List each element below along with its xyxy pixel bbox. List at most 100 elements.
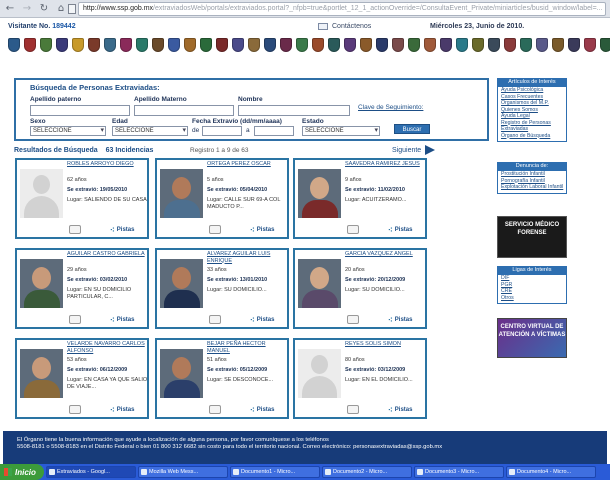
taskbar-task[interactable]: Documento4 - Micro... — [506, 466, 596, 478]
state-emblem-icon[interactable] — [296, 38, 308, 52]
person-photo[interactable] — [160, 169, 203, 218]
state-emblem-icon[interactable] — [136, 38, 148, 52]
person-name-link[interactable]: VELARDE NAVARRO CARLOS ALFONSO — [67, 341, 147, 354]
state-emblem-icon[interactable] — [312, 38, 324, 52]
person-card[interactable]: BEJAR PEÑA HECTOR MANUEL 51 años Se extrav… — [155, 338, 289, 419]
start-button[interactable]: Inicio — [0, 464, 44, 480]
sexo-select[interactable]: SELECCIONE — [30, 126, 106, 136]
person-card[interactable]: VELARDE NAVARRO CARLOS ALFONSO 53 años Se … — [15, 338, 149, 419]
home-button[interactable]: ⌂ — [54, 2, 68, 16]
state-emblem-icon[interactable] — [472, 38, 484, 52]
sidebar-link[interactable]: Órgano de Búsqueda — [498, 133, 566, 140]
sidebar-link[interactable]: Explotación Laboral Infantil — [498, 184, 566, 191]
person-card[interactable]: ALVAREZ AGUILAR LUIS ENRIQUE 33 años Se ex… — [155, 248, 289, 329]
pistas-link[interactable]: ⁖ Pistas — [250, 226, 274, 234]
state-emblem-icon[interactable] — [424, 38, 436, 52]
printer-icon[interactable] — [69, 405, 81, 414]
pistas-link[interactable]: ⁖ Pistas — [388, 226, 412, 234]
person-name-link[interactable]: ALVAREZ AGUILAR LUIS ENRIQUE — [207, 251, 287, 264]
apellido-paterno-input[interactable] — [30, 105, 130, 116]
edad-select[interactable]: SELECCIONE — [112, 126, 188, 136]
person-photo[interactable] — [298, 349, 341, 398]
state-emblem-icon[interactable] — [264, 38, 276, 52]
contact-link[interactable]: Contáctenos — [318, 23, 371, 30]
person-photo[interactable] — [160, 349, 203, 398]
person-name-link[interactable]: REYES SOLIS SIMON — [345, 341, 425, 348]
estado-select[interactable]: SELECCIONE — [302, 126, 380, 136]
person-name-link[interactable]: GARCIA VAZQUEZ ANGEL — [345, 251, 425, 258]
person-card[interactable]: REYES SOLIS SIMON 80 años Se extravió: 03/… — [293, 338, 427, 419]
taskbar-task[interactable]: Documento2 - Micro... — [322, 466, 412, 478]
person-photo[interactable] — [20, 349, 63, 398]
state-emblem-icon[interactable] — [216, 38, 228, 52]
person-photo[interactable] — [160, 259, 203, 308]
state-emblem-icon[interactable] — [184, 38, 196, 52]
state-emblem-icon[interactable] — [488, 38, 500, 52]
state-emblem-icon[interactable] — [552, 38, 564, 52]
apellido-materno-input[interactable] — [134, 105, 234, 116]
printer-icon[interactable] — [347, 405, 359, 414]
state-emblem-icon[interactable] — [392, 38, 404, 52]
pistas-link[interactable]: ⁖ Pistas — [250, 316, 274, 324]
person-name-link[interactable]: AGUILAR CASTRO GABRIELA — [67, 251, 147, 258]
address-bar[interactable]: http://www.ssp.gob.mx/extraviadosWeb/por… — [78, 2, 606, 16]
state-emblem-icon[interactable] — [504, 38, 516, 52]
person-photo[interactable] — [298, 259, 341, 308]
state-emblem-icon[interactable] — [408, 38, 420, 52]
state-emblem-icon[interactable] — [152, 38, 164, 52]
printer-icon[interactable] — [209, 315, 221, 324]
person-card[interactable]: ROBLES ARROYO DIEGO 62 años Se extravió: 1… — [15, 158, 149, 239]
back-button[interactable]: ← — [3, 2, 17, 16]
state-emblem-icon[interactable] — [536, 38, 548, 52]
person-photo[interactable] — [20, 259, 63, 308]
state-emblem-icon[interactable] — [104, 38, 116, 52]
state-emblem-icon[interactable] — [168, 38, 180, 52]
state-emblem-icon[interactable] — [520, 38, 532, 52]
printer-icon[interactable] — [347, 315, 359, 324]
fecha-hasta-input[interactable] — [254, 126, 294, 136]
person-name-link[interactable]: BEJAR PEÑA HECTOR MANUEL — [207, 341, 287, 354]
centro-victimas-banner[interactable]: CENTRO VIRTUAL DE ATENCIÓN A VÍCTIMAS — [497, 318, 567, 358]
taskbar-task[interactable]: Documento1 - Micro... — [230, 466, 320, 478]
pistas-link[interactable]: ⁖ Pistas — [110, 226, 134, 234]
state-emblem-icon[interactable] — [88, 38, 100, 52]
state-emblem-icon[interactable] — [584, 38, 596, 52]
printer-icon[interactable] — [209, 225, 221, 234]
state-emblem-icon[interactable] — [328, 38, 340, 52]
printer-icon[interactable] — [347, 225, 359, 234]
pistas-link[interactable]: ⁖ Pistas — [110, 316, 134, 324]
state-emblem-icon[interactable] — [200, 38, 212, 52]
state-emblem-icon[interactable] — [8, 38, 20, 52]
state-emblem-icon[interactable] — [72, 38, 84, 52]
printer-icon[interactable] — [69, 225, 81, 234]
state-emblem-icon[interactable] — [24, 38, 36, 52]
person-card[interactable]: GARCIA VAZQUEZ ANGEL 20 años Se extravió: … — [293, 248, 427, 329]
person-card[interactable]: SAAVEDRA RAMIREZ JESUS 9 años Se extravió:… — [293, 158, 427, 239]
state-emblem-icon[interactable] — [280, 38, 292, 52]
taskbar-task[interactable]: Documento3 - Micro... — [414, 466, 504, 478]
state-emblem-icon[interactable] — [568, 38, 580, 52]
forward-button[interactable]: → — [20, 2, 34, 16]
fecha-desde-input[interactable] — [202, 126, 242, 136]
state-emblem-icon[interactable] — [248, 38, 260, 52]
buscar-button[interactable]: Buscar — [394, 124, 430, 134]
printer-icon[interactable] — [69, 315, 81, 324]
pistas-link[interactable]: ⁖ Pistas — [110, 406, 134, 414]
person-card[interactable]: ORTEGA PEREZ OSCAR 5 años Se extravió: 05/… — [155, 158, 289, 239]
state-emblem-icon[interactable] — [56, 38, 68, 52]
taskbar-task[interactable]: Mozilla Web Mess... — [138, 466, 228, 478]
person-photo[interactable] — [20, 169, 63, 218]
state-emblem-icon[interactable] — [360, 38, 372, 52]
state-emblem-icon[interactable] — [40, 38, 52, 52]
state-emblem-icon[interactable] — [600, 38, 610, 52]
person-photo[interactable] — [298, 169, 341, 218]
person-name-link[interactable]: SAAVEDRA RAMIREZ JESUS — [345, 161, 425, 168]
state-emblem-icon[interactable] — [232, 38, 244, 52]
state-emblem-icon[interactable] — [344, 38, 356, 52]
person-name-link[interactable]: ROBLES ARROYO DIEGO — [67, 161, 147, 168]
nombre-input[interactable] — [238, 105, 350, 116]
semefo-banner[interactable]: SERVICIO MÉDICO FORENSE — [497, 216, 567, 258]
person-card[interactable]: AGUILAR CASTRO GABRIELA 29 años Se extravi… — [15, 248, 149, 329]
siguiente-link[interactable]: Siguiente — [392, 145, 436, 155]
sidebar-link[interactable]: Registro de Personas Extraviadas — [498, 120, 566, 133]
